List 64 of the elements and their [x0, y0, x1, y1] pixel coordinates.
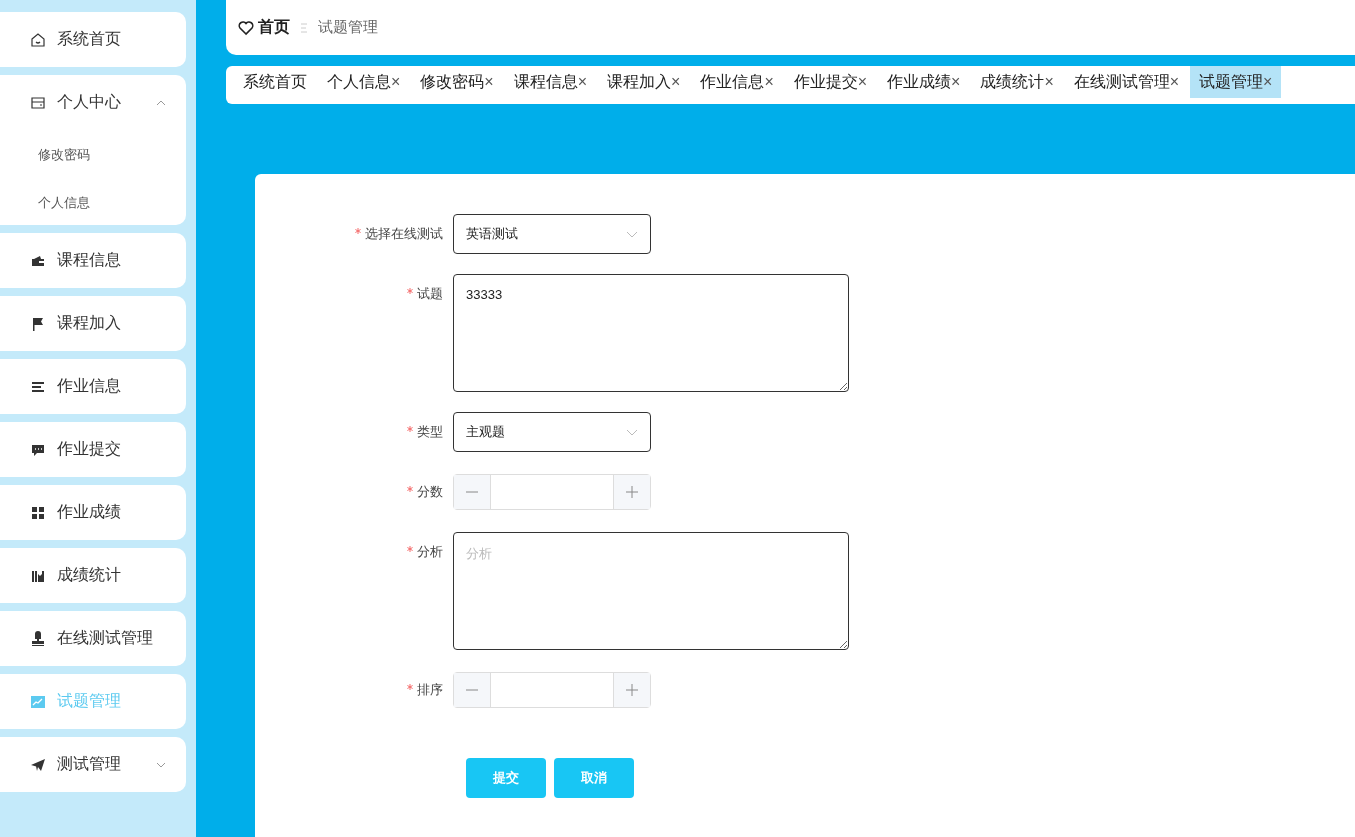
tab[interactable]: 系统首页	[234, 66, 316, 98]
heart-icon	[238, 19, 254, 36]
menu-label: 作业信息	[57, 376, 122, 396]
increment-button[interactable]	[613, 673, 650, 707]
submenu-item[interactable]: 修改密码	[0, 130, 186, 180]
field-label: 排序	[417, 682, 443, 697]
menu-label: 作业提交	[57, 439, 122, 459]
select-field[interactable]: 主观题	[453, 412, 651, 452]
submenu-item[interactable]: 个人信息	[0, 180, 186, 225]
house-icon	[30, 31, 46, 48]
breadcrumb-link[interactable]: 首页	[258, 17, 290, 38]
menu-label: 试题管理	[57, 691, 122, 711]
menu-label: 个人中心	[57, 92, 122, 112]
text-area[interactable]: 33333	[453, 274, 849, 392]
flag-icon	[30, 315, 46, 332]
plus-icon	[626, 486, 638, 498]
menu-label: 作业成绩	[57, 502, 122, 522]
field-label: 类型	[417, 424, 443, 439]
field-label: 分析	[417, 544, 443, 559]
tab[interactable]: 作业提交×	[784, 66, 877, 98]
plus-icon	[626, 684, 638, 696]
tab[interactable]: 试题管理×	[1190, 66, 1282, 98]
chart-icon	[30, 693, 46, 710]
menu-item[interactable]: 成绩统计	[0, 548, 186, 603]
number-input[interactable]	[453, 474, 651, 510]
text-area[interactable]: 分析	[453, 532, 849, 650]
menu-label: 成绩统计	[57, 565, 122, 585]
menu-label: 课程信息	[57, 250, 122, 270]
menu-label: 系统首页	[57, 29, 122, 49]
chevron-down-icon	[626, 230, 638, 238]
menu-item[interactable]: 系统首页	[0, 12, 186, 67]
tab[interactable]: 作业成绩×	[878, 66, 970, 98]
decrement-button[interactable]	[454, 475, 491, 509]
menu-label: 测试管理	[57, 754, 122, 774]
field-label: 选择在线测试	[365, 226, 443, 241]
menu-label: 课程加入	[57, 313, 122, 333]
menu-item[interactable]: 作业提交	[0, 422, 186, 477]
paper-plane-icon	[30, 756, 46, 773]
menu-item[interactable]: 在线测试管理	[0, 611, 186, 666]
breadcrumb-current: 试题管理	[318, 18, 378, 37]
number-input[interactable]	[453, 672, 651, 708]
menu-item[interactable]: 课程信息	[0, 233, 186, 288]
tab[interactable]: 课程加入×	[598, 66, 690, 98]
menu-item[interactable]: 测试管理	[0, 737, 186, 792]
select-field[interactable]: 英语测试	[453, 214, 651, 254]
menu-item[interactable]: 作业信息	[0, 359, 186, 414]
tab[interactable]: 成绩统计×	[971, 66, 1063, 98]
menu-item[interactable]: 个人中心	[0, 75, 186, 130]
separator-icon	[300, 21, 308, 34]
chevron-down-icon	[626, 428, 638, 436]
tab[interactable]: 个人信息×	[318, 66, 410, 98]
field-label: 分数	[417, 484, 443, 499]
grid-icon	[30, 504, 46, 521]
increment-button[interactable]	[613, 475, 650, 509]
field-label: 试题	[417, 286, 443, 301]
menu-item[interactable]: 作业成绩	[0, 485, 186, 540]
menu-label: 在线测试管理	[57, 628, 154, 648]
tab[interactable]: 作业信息×	[691, 66, 783, 98]
tab[interactable]: 课程信息×	[504, 66, 597, 98]
card-icon	[30, 94, 46, 111]
decrement-button[interactable]	[454, 673, 491, 707]
tab[interactable]: 在线测试管理×	[1064, 66, 1189, 98]
menu-item[interactable]: 课程加入	[0, 296, 186, 351]
tab[interactable]: 修改密码×	[411, 66, 503, 98]
